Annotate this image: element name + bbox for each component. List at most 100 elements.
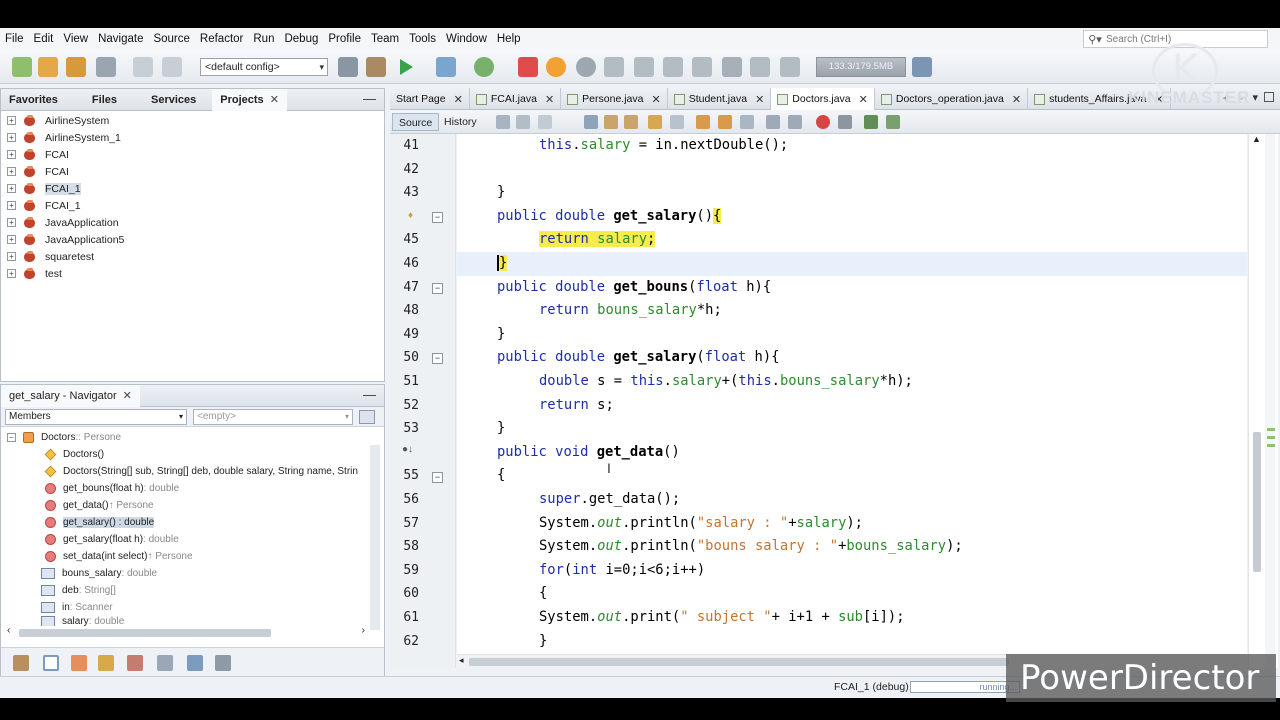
source-tab[interactable]: Source: [392, 113, 440, 131]
menu-help[interactable]: Help: [492, 28, 526, 50]
run-to-cursor-icon[interactable]: [722, 57, 742, 77]
minimize-icon[interactable]: —: [363, 89, 376, 109]
pause-icon[interactable]: [546, 57, 566, 77]
step-out-icon[interactable]: [692, 57, 712, 77]
member-item[interactable]: get_bouns(float h) : double: [1, 480, 384, 497]
navigator-horizontal-scrollbar[interactable]: ‹ ›: [7, 625, 365, 639]
menu-profile[interactable]: Profile: [323, 28, 366, 50]
tab-list-icon[interactable]: ▾: [1252, 91, 1258, 104]
project-item[interactable]: + FCAI_1: [1, 197, 384, 214]
expand-icon[interactable]: +: [7, 252, 16, 261]
project-item[interactable]: + JavaApplication: [1, 214, 384, 231]
override-marker-icon[interactable]: ●↓: [402, 444, 413, 455]
tab-fcai-java[interactable]: FCAI.java ✕: [470, 88, 562, 110]
inherited-members-icon[interactable]: [13, 655, 29, 671]
redo-icon[interactable]: [162, 57, 182, 77]
non-public-filter-icon[interactable]: [98, 655, 114, 671]
close-icon[interactable]: ✕: [123, 390, 132, 402]
scroll-thumb[interactable]: [469, 658, 1009, 666]
tab-favorites[interactable]: Favorites: [1, 89, 66, 111]
fqn-icon[interactable]: [127, 655, 143, 671]
lightbulb-icon[interactable]: ♦: [408, 210, 413, 221]
find-previous-icon[interactable]: [604, 115, 618, 129]
navigator-vertical-scrollbar[interactable]: [370, 445, 380, 630]
scroll-thumb[interactable]: [1253, 432, 1261, 572]
fold-icon[interactable]: −: [432, 353, 443, 364]
tab-services[interactable]: Services: [143, 89, 204, 111]
close-icon[interactable]: ✕: [859, 93, 868, 106]
toggle-rect-selection-icon[interactable]: [670, 115, 684, 129]
uncomment-icon[interactable]: [886, 115, 900, 129]
back-icon[interactable]: [516, 115, 530, 129]
member-item[interactable]: get_salary(float h) : double: [1, 531, 384, 548]
step-into-icon[interactable]: [663, 57, 683, 77]
menu-tools[interactable]: Tools: [404, 28, 441, 50]
next-bookmark-icon[interactable]: [718, 115, 732, 129]
editor-vertical-scrollbar[interactable]: ▲: [1248, 134, 1278, 668]
fields-filter-icon[interactable]: [43, 655, 59, 671]
toggle-highlight-icon[interactable]: [648, 115, 662, 129]
member-item[interactable]: Doctors(): [1, 446, 384, 463]
scroll-left-icon[interactable]: ◂: [459, 655, 464, 666]
expand-icon[interactable]: +: [7, 184, 16, 193]
apply-code-changes-icon[interactable]: [750, 57, 770, 77]
tab-student-java[interactable]: Student.java ✕: [668, 88, 772, 110]
error-stripe[interactable]: [1265, 134, 1275, 668]
member-item[interactable]: Doctors(String[] sub, String[] deb, doub…: [1, 463, 384, 480]
tab-navigator[interactable]: get_salary - Navigator ✕: [1, 384, 140, 407]
menu-refactor[interactable]: Refactor: [195, 28, 248, 50]
expand-icon[interactable]: +: [7, 133, 16, 142]
project-item[interactable]: + FCAI: [1, 146, 384, 163]
memory-indicator[interactable]: 133.3/179.5MB: [816, 57, 906, 77]
project-item[interactable]: + AirlineSystem: [1, 112, 384, 129]
gc-icon[interactable]: [912, 57, 932, 77]
build-hammer-icon[interactable]: [338, 57, 358, 77]
menu-file[interactable]: File: [0, 28, 29, 50]
filter-icon[interactable]: [359, 409, 375, 424]
menu-run[interactable]: Run: [248, 28, 279, 50]
scroll-up-icon[interactable]: ▲: [1252, 134, 1261, 144]
new-project-icon[interactable]: [38, 57, 58, 77]
menu-edit[interactable]: Edit: [29, 28, 59, 50]
sort-by-source-icon[interactable]: [157, 655, 173, 671]
project-item[interactable]: + JavaApplication5: [1, 231, 384, 248]
tab-projects[interactable]: Projects ✕: [212, 88, 287, 111]
menu-team[interactable]: Team: [366, 28, 404, 50]
expand-icon[interactable]: +: [7, 218, 16, 227]
status-project[interactable]: FCAI_1 (debug): [834, 677, 909, 697]
open-project-icon[interactable]: [66, 57, 86, 77]
empty-select[interactable]: <empty> ▾: [193, 408, 353, 425]
project-item[interactable]: + FCAI_1: [1, 180, 384, 197]
close-icon[interactable]: ✕: [1012, 93, 1021, 106]
history-tab[interactable]: History: [438, 113, 483, 131]
project-item[interactable]: + FCAI: [1, 163, 384, 180]
stop-macro-icon[interactable]: [838, 115, 852, 129]
class-node[interactable]: − Doctors :: Persone: [1, 429, 384, 446]
close-icon[interactable]: ✕: [454, 93, 463, 106]
member-item[interactable]: get_data() ↑ Persone: [1, 497, 384, 514]
javadoc-icon[interactable]: [215, 655, 231, 671]
close-icon[interactable]: ✕: [755, 93, 764, 106]
collapse-icon[interactable]: −: [7, 433, 16, 442]
new-file-icon[interactable]: [12, 57, 32, 77]
last-edit-icon[interactable]: [496, 115, 510, 129]
menu-source[interactable]: Source: [148, 28, 194, 50]
fold-icon[interactable]: −: [432, 212, 443, 223]
expand-icon[interactable]: +: [7, 201, 16, 210]
debug-project-icon[interactable]: [436, 57, 456, 77]
tab-doctors-java[interactable]: Doctors.java ✕: [771, 88, 875, 110]
fold-icon[interactable]: −: [432, 283, 443, 294]
expand-icon[interactable]: +: [7, 235, 16, 244]
shift-right-icon[interactable]: [788, 115, 802, 129]
config-select[interactable]: <default config> ▾: [200, 58, 328, 76]
take-snapshot-icon[interactable]: [780, 57, 800, 77]
members-select[interactable]: Members ▾: [5, 408, 187, 425]
member-item[interactable]: get_salary() : double: [1, 514, 384, 531]
run-icon[interactable]: [400, 59, 413, 75]
member-item[interactable]: deb : String[]: [1, 582, 384, 599]
profile-icon[interactable]: [474, 57, 494, 77]
prev-bookmark-icon[interactable]: [696, 115, 710, 129]
find-icon[interactable]: [584, 115, 598, 129]
static-filter-icon[interactable]: [71, 655, 87, 671]
scroll-left-icon[interactable]: ‹: [7, 625, 10, 636]
